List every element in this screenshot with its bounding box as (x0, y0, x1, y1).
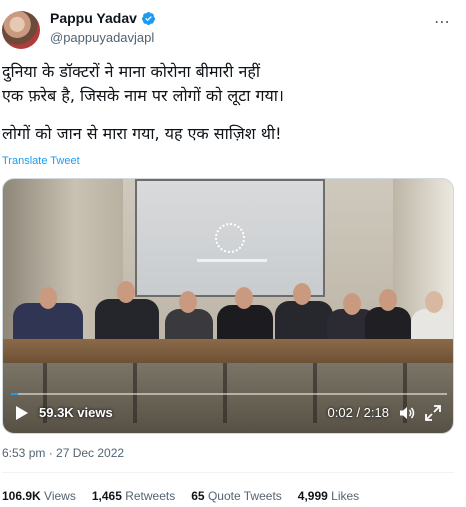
person-head (117, 281, 135, 303)
stat-likes[interactable]: 4,999 Likes (298, 489, 359, 503)
screen-caption (197, 259, 267, 262)
name-row: Pappu Yadav (50, 10, 156, 26)
tweet-paragraph-2: लोगों को जान से मारा गया, यह एक साज़िश थ… (2, 124, 282, 143)
tweet-header: Pappu Yadav @pappuyadavjapl ⋯ (0, 0, 466, 56)
video-views: 59.3K views (39, 405, 113, 420)
stat-views[interactable]: 106.9K Views (2, 489, 76, 503)
tweet-stats: 106.9K Views 1,465 Retweets 65 Quote Twe… (2, 489, 359, 503)
translate-tweet-link[interactable]: Translate Tweet (2, 155, 80, 167)
verified-badge-icon (141, 11, 155, 25)
person-head (235, 287, 253, 309)
person-head (379, 289, 397, 311)
more-options-icon[interactable]: ⋯ (432, 12, 452, 32)
person-head (425, 291, 443, 313)
person-head (39, 287, 57, 309)
person-head (179, 291, 197, 313)
fullscreen-icon[interactable] (425, 405, 441, 421)
screen-logo-icon (215, 223, 245, 253)
tweet-paragraph-1: दुनिया के डॉक्टरों ने माना कोरोना बीमारी… (2, 62, 284, 105)
user-handle[interactable]: @pappuyadavjapl (50, 30, 154, 45)
video-controls: 59.3K views 0:02 / 2:18 (3, 393, 453, 433)
volume-icon[interactable] (399, 405, 415, 421)
divider (2, 472, 454, 473)
person-head (293, 283, 311, 305)
display-name[interactable]: Pappu Yadav (50, 10, 137, 26)
video-player[interactable]: 59.3K views 0:02 / 2:18 (2, 178, 454, 434)
person-head (343, 293, 361, 315)
avatar[interactable] (2, 11, 40, 49)
tweet-text: दुनिया के डॉक्टरों ने माना कोरोना बीमारी… (2, 60, 462, 160)
stat-quote-tweets[interactable]: 65 Quote Tweets (191, 489, 282, 503)
tweet-timestamp[interactable]: 6:53 pm · 27 Dec 2022 (2, 446, 124, 460)
conference-table (3, 339, 453, 363)
stat-retweets[interactable]: 1,465 Retweets (92, 489, 175, 503)
play-icon[interactable] (15, 405, 29, 421)
video-time: 0:02 / 2:18 (327, 405, 389, 420)
